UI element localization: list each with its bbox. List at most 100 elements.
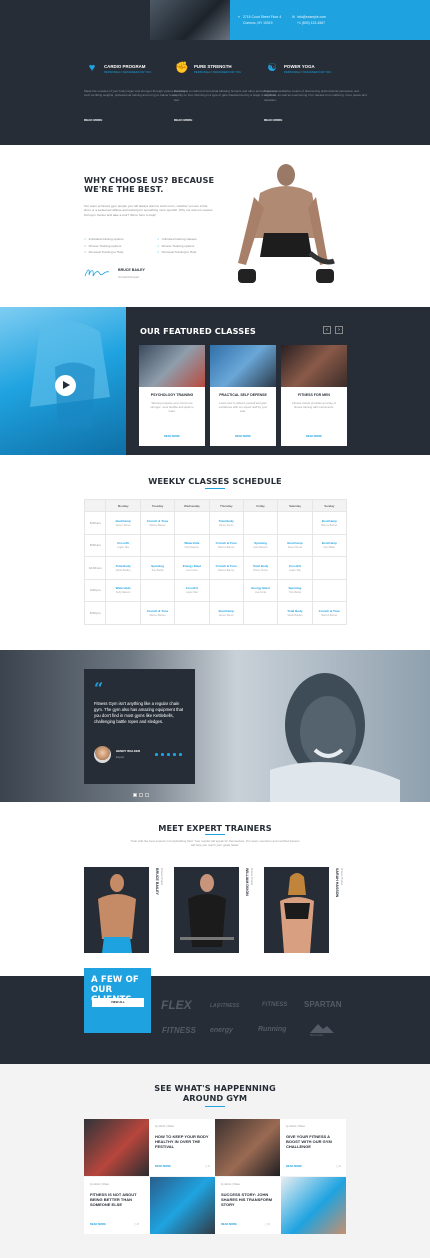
testimonial-section: “ Fitness Gym isn't anything like a regu…	[0, 650, 430, 802]
client-logo-energy[interactable]: energy	[210, 1027, 233, 1034]
carousel-dot[interactable]	[167, 753, 170, 756]
blog-post[interactable]: by Admin | Share HOW TO KEEP YOUR BODY H…	[84, 1119, 215, 1176]
client-logo-mountain[interactable]: Mountain	[310, 1033, 323, 1037]
schedule-row: 8:00 am CrossFit Logan Tate Waterslide Kelly…	[83, 533, 348, 557]
class-cell[interactable]: Total Body Danny Simon	[242, 556, 279, 580]
trainer-photo-sarah[interactable]	[264, 867, 329, 953]
slide-pager[interactable]	[133, 793, 137, 797]
class-name: Energy Blast	[251, 586, 270, 591]
class-title: PRACTICAL SELF DEFENSE	[219, 393, 267, 397]
slide-pager[interactable]	[139, 793, 143, 797]
class-cell[interactable]: Spinning Tony Banks	[277, 578, 313, 602]
client-logo-flex[interactable]: FLEX	[161, 998, 192, 1012]
post-read-more-link[interactable]: READ MORE	[286, 1165, 302, 1168]
program-title: POWER YOGA	[284, 64, 315, 69]
carousel-dot[interactable]	[179, 753, 182, 756]
class-card-psychology[interactable]: PSYCHOLOGY TRAINING Winning requires you…	[139, 345, 205, 446]
class-cell[interactable]: Total Body Sarah Bradley	[277, 601, 313, 625]
class-name: BootCamp	[287, 541, 303, 546]
reviewer-role: Expert	[116, 755, 125, 759]
class-cell[interactable]: Total Body Sarah Bradley	[105, 556, 141, 580]
client-logo-la-fitness[interactable]: LA|FITNESS	[210, 1003, 239, 1009]
class-trainer: Tony Banks	[151, 568, 164, 572]
class-trainer: James Tanner	[218, 613, 234, 617]
check-icon: ✓	[157, 250, 160, 254]
class-cell[interactable]: Crunch & Tone Marcus Barnes	[208, 556, 244, 580]
header-photo	[150, 0, 230, 40]
class-cell[interactable]: Spinning Kelly Dawson	[242, 533, 279, 557]
post-read-more-link[interactable]: READ MORE	[90, 1223, 106, 1226]
day-header	[83, 499, 107, 512]
class-cell[interactable]: CrossFit Logan Tate	[105, 533, 141, 557]
phone-link[interactable]: +1 (800) 123-4567	[297, 21, 325, 25]
class-card-self-defense[interactable]: PRACTICAL SELF DEFENSE Learn how to defe…	[210, 345, 276, 446]
yoga-icon: ☯	[267, 62, 277, 74]
title-underline	[205, 834, 225, 835]
post-read-more-link[interactable]: READ MORE	[155, 1165, 171, 1168]
program-read-more-link[interactable]: READ MORE	[84, 118, 102, 122]
class-cell[interactable]: Total Body Danny Simon	[208, 511, 244, 535]
class-read-more-link[interactable]: READ MORE	[139, 435, 205, 438]
program-read-more-link[interactable]: READ MORE	[174, 118, 192, 122]
carousel-dot[interactable]	[161, 753, 164, 756]
trainer-photo-bruce[interactable]	[84, 867, 149, 953]
class-cell	[174, 601, 210, 625]
blog-post[interactable]: by Admin | Share GIVE YOUR FITNESS A BOO…	[215, 1119, 346, 1176]
client-logo-fitness-2[interactable]: FITNESS	[162, 1026, 196, 1035]
class-trainer: Lisa Curtis	[186, 568, 198, 572]
class-cell[interactable]: BootCamp Marcus Barnes	[311, 511, 348, 535]
post-title[interactable]: GIVE YOUR FITNESS A BOOST WITH OUR GYM C…	[286, 1134, 342, 1150]
class-cell[interactable]: Crunch & Tone Marcus Barnes	[208, 533, 244, 557]
class-cell[interactable]: Waterslide Kelly Dawson	[105, 578, 141, 602]
class-text: Winning requires your mind to be stronge…	[150, 401, 194, 413]
post-read-more-link[interactable]: READ MORE	[221, 1223, 237, 1226]
check-icon: ✓	[84, 243, 87, 248]
day-header: Thursday	[208, 499, 244, 512]
class-cell[interactable]: BootCamp James Tanner	[105, 511, 141, 535]
trainer-photo-william[interactable]	[174, 867, 239, 953]
class-card-fitness-men[interactable]: FITNESS FOR MEN Fitness Center provides …	[281, 345, 347, 446]
class-cell[interactable]: Waterslide Kelly Dawson	[174, 533, 210, 557]
class-cell[interactable]: BootCamp James Tanner	[277, 533, 313, 557]
class-cell[interactable]: BootCamp James Tanner	[208, 601, 244, 625]
client-logo-spartan[interactable]: SPARTAN	[304, 1000, 341, 1009]
class-name: Total Body	[115, 563, 131, 568]
previous-arrow-button[interactable]: ‹	[323, 326, 331, 334]
post-title[interactable]: SUCCESS STORY: JOHN SHARES HIS TRANSFORM…	[221, 1192, 277, 1208]
client-logo-fitness[interactable]: FITNESS	[262, 1002, 287, 1008]
post-title[interactable]: HOW TO KEEP YOUR BODY HEALTHY IN OVER TH…	[155, 1134, 211, 1150]
class-cell[interactable]: Crunch & Tone Marcus Barnes	[139, 601, 176, 625]
blog-post[interactable]: by Admin | Share SUCCESS STORY: JOHN SHA…	[215, 1177, 346, 1234]
carousel-dot[interactable]	[173, 753, 176, 756]
carousel-dot[interactable]	[155, 753, 158, 756]
class-read-more-link[interactable]: READ MORE	[210, 435, 276, 438]
why-title: WHY CHOOSE US? BECAUSE WE'RE THE BEST.	[84, 175, 224, 195]
check-icon: ✓	[157, 243, 160, 248]
class-trainer: Lisa Curtis	[254, 591, 267, 595]
check-icon: ✓	[84, 250, 87, 254]
next-arrow-button[interactable]: ›	[335, 326, 343, 334]
class-cell[interactable]: CrossFit Logan Tate	[277, 556, 313, 580]
class-cell	[139, 578, 176, 602]
featured-classes-section: OUR FEATURED CLASSES ‹ › PSYCHOLOGY TRAI…	[0, 307, 430, 455]
class-cell[interactable]: Energy Blast Lisa Curtis	[242, 578, 279, 602]
day-header: Sunday	[311, 499, 348, 512]
class-cell[interactable]: BootCamp Pam Blake	[311, 533, 348, 557]
class-trainer: Pam Blake	[323, 546, 336, 550]
slide-pager[interactable]	[145, 793, 149, 797]
client-logo-running[interactable]: Running	[258, 1026, 286, 1033]
class-cell[interactable]: Energy Blast Lisa Curtis	[174, 556, 210, 580]
program-read-more-link[interactable]: READ MORE	[264, 118, 282, 122]
blog-post[interactable]: by Admin | Share FITNESS IS NOT ABOUT BE…	[84, 1177, 215, 1234]
class-cell[interactable]: Spinning Tony Banks	[139, 556, 176, 580]
class-cell[interactable]: Crunch & Tone Marcus Barnes	[311, 601, 348, 625]
class-cell[interactable]: CrossFit Logan Tate	[174, 578, 210, 602]
class-cell[interactable]: Crunch & Tone Marcus Barnes	[139, 511, 176, 535]
class-read-more-link[interactable]: READ MORE	[281, 435, 347, 438]
post-title[interactable]: FITNESS IS NOT ABOUT BEING BETTER THAN S…	[90, 1192, 146, 1208]
email-link[interactable]: info@example.com	[297, 15, 326, 19]
schedule-row: 4:00 pm Waterslide Kelly Dawson CrossFit Log…	[83, 578, 348, 602]
class-trainer: Marcus Barnes	[321, 613, 338, 617]
view-all-button[interactable]: VIEW ALL	[92, 998, 144, 1007]
contact-bar: ⌖ 2715 Court Street Floor 4 Cumnoc, NY 1…	[230, 0, 430, 40]
